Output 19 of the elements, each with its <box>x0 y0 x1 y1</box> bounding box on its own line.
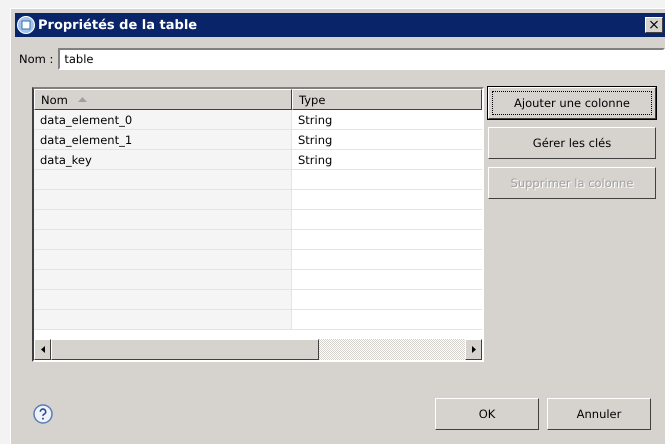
close-button[interactable]: × <box>645 17 663 33</box>
table-cell: data_element_1 <box>34 130 292 149</box>
column-header[interactable]: Type <box>292 89 482 110</box>
help-icon[interactable] <box>33 404 53 424</box>
scroll-right-icon <box>472 346 476 353</box>
sort-ascending-icon <box>78 97 87 102</box>
scroll-left-icon <box>40 346 44 353</box>
name-label: Nom : <box>19 52 54 66</box>
action-button[interactable]: Ajouter une colonne <box>488 87 656 119</box>
table-cell: data_key <box>34 150 292 169</box>
name-field[interactable]: table <box>58 48 665 70</box>
horizontal-scrollbar[interactable] <box>34 339 482 360</box>
action-button[interactable]: Gérer les clés <box>488 127 656 159</box>
dialog-button[interactable]: Annuler <box>547 398 651 430</box>
column-header[interactable]: Nom <box>34 89 292 110</box>
table-icon <box>17 16 35 34</box>
dialog-button[interactable]: OK <box>435 398 539 430</box>
window-title: Propriétés de la table <box>38 18 198 32</box>
table-cell: data_element_0 <box>34 110 292 129</box>
